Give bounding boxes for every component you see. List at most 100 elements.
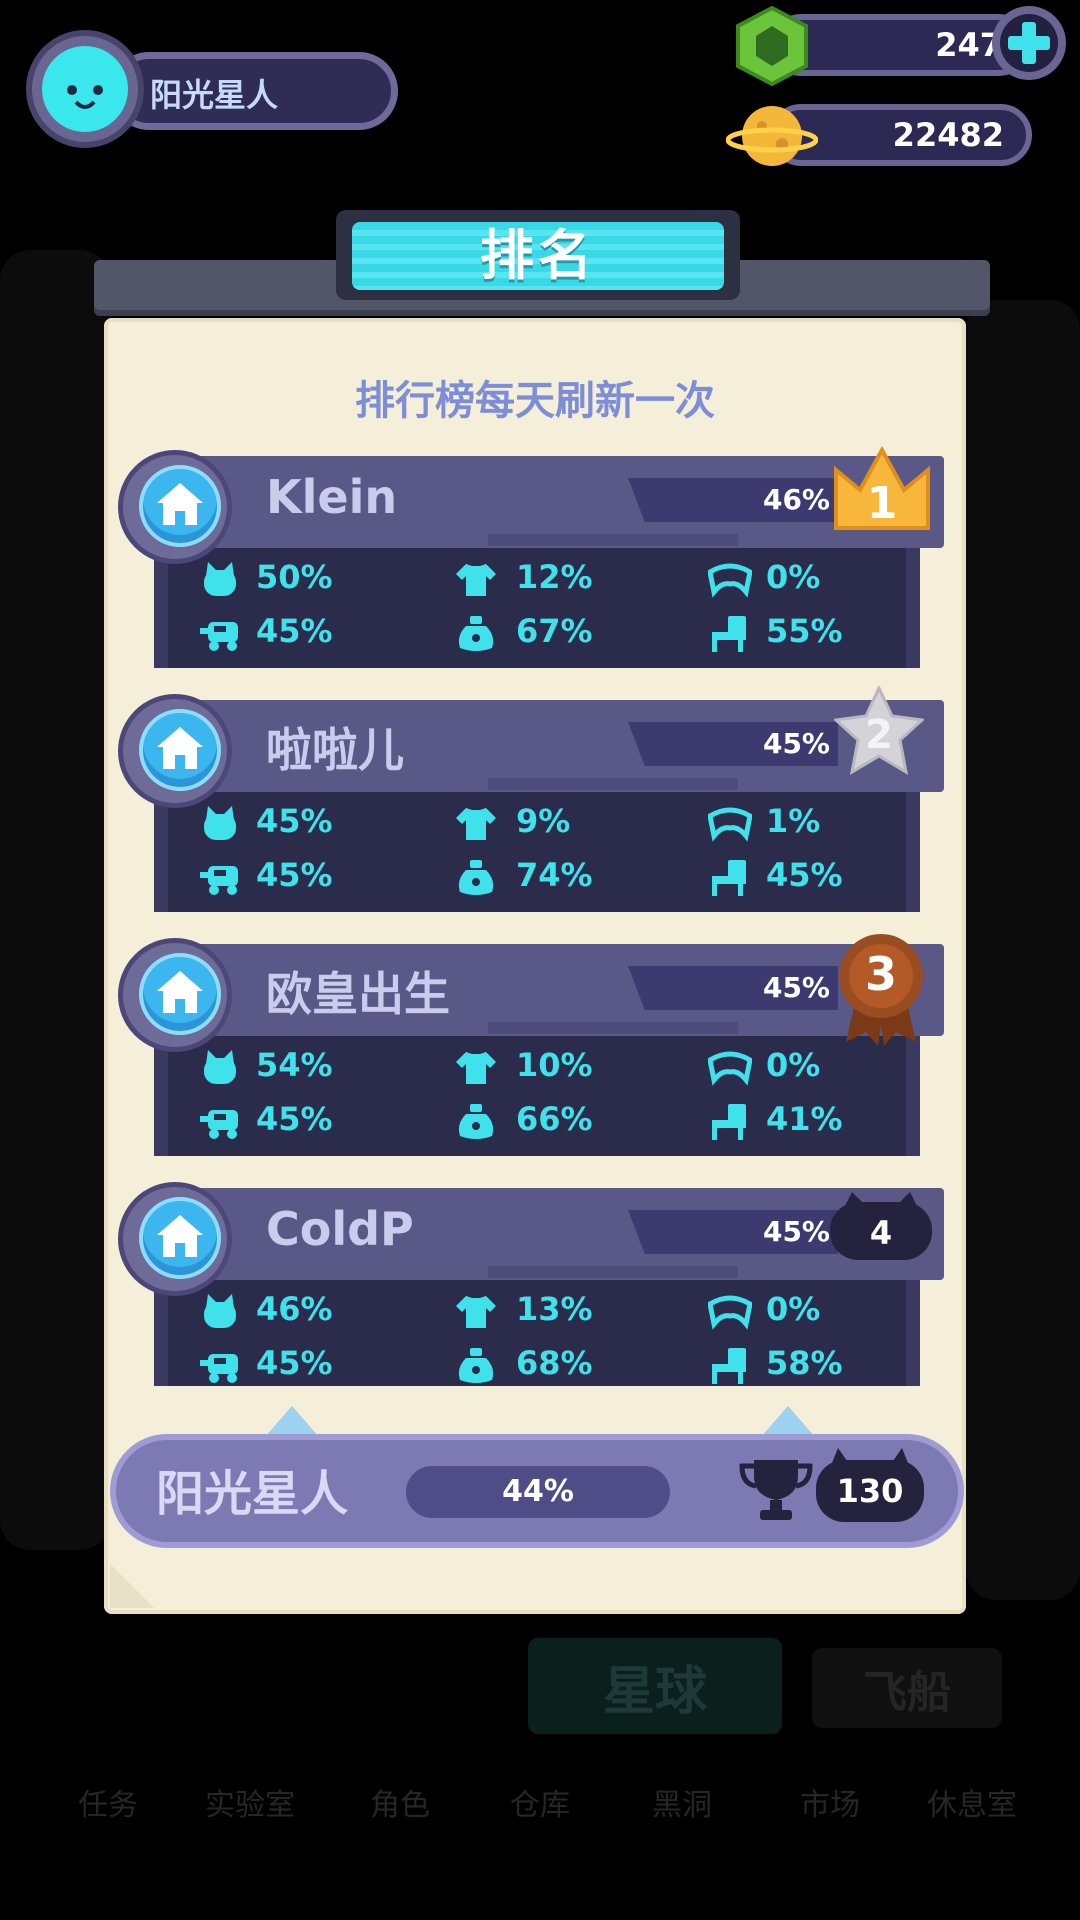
stat-value: 9% — [516, 802, 571, 840]
home-icon-bg — [139, 953, 221, 1035]
home-icon — [157, 971, 203, 1013]
ranking-entry[interactable]: ColdP 45% 4 46% 13% 0% 45% 68% 58% — [118, 1182, 948, 1414]
stat-value: 45% — [256, 612, 333, 650]
stat-value: 45% — [256, 856, 333, 894]
stat-value: 45% — [256, 802, 333, 840]
shirt-icon — [456, 1050, 496, 1086]
home-icon — [157, 1215, 203, 1257]
cat-icon — [200, 1294, 240, 1330]
stat-value: 0% — [766, 558, 821, 596]
progress-percent: 46% — [762, 483, 830, 516]
player-name: Klein — [266, 470, 398, 524]
stat-value: 68% — [516, 1344, 593, 1382]
self-rank: 130 — [816, 1460, 924, 1522]
mask-icon — [707, 806, 753, 842]
shirt-icon — [456, 1294, 496, 1330]
bronze-medal-icon: 3 — [836, 932, 926, 1048]
home-icon — [157, 727, 203, 769]
stat-value: 74% — [516, 856, 593, 894]
nav-black-hole: 黑洞 — [652, 1788, 712, 1823]
stat-value: 0% — [766, 1046, 821, 1084]
nav-warehouse: 仓库 — [510, 1788, 570, 1823]
panel-title: 排名 — [480, 224, 596, 287]
nav-market: 市场 — [800, 1788, 860, 1823]
stat-value: 45% — [766, 856, 843, 894]
tab-planet: 星球 — [528, 1638, 782, 1734]
player-name: 欧皇出生 — [266, 967, 450, 1021]
home-icon-bg — [139, 709, 221, 791]
sack-icon — [456, 1348, 496, 1384]
home-icon-bg — [139, 465, 221, 547]
player-name: 阳光星人 — [150, 76, 279, 114]
stat-value: 10% — [516, 1046, 593, 1084]
gold-crown-icon: 1 — [832, 444, 932, 534]
entry-header-tab — [488, 778, 738, 790]
stat-value: 0% — [766, 1290, 821, 1328]
stat-value: 46% — [256, 1290, 333, 1328]
ranking-entry[interactable]: Klein 46% 1 50% 12% 0% 45% 67% 55% — [118, 445, 948, 686]
panel-subtitle: 排行榜每天刷新一次 — [355, 378, 715, 424]
chair-icon — [708, 1348, 748, 1384]
vehicle-icon — [200, 616, 240, 652]
ranking-entry[interactable]: 欧皇出生 45% 3 54% 10% 0% 45% 66% 41% — [118, 934, 948, 1174]
mask-icon — [707, 1050, 753, 1086]
cat-icon — [200, 562, 240, 598]
home-icon — [157, 483, 203, 525]
cat-rank-badge: 4 — [828, 1192, 934, 1262]
tab-ship: 飞船 — [812, 1648, 1002, 1728]
stat-value: 1% — [766, 802, 821, 840]
cat-icon — [200, 806, 240, 842]
rank-number: 3 — [864, 947, 897, 1001]
chair-icon — [708, 860, 748, 896]
progress-percent: 45% — [762, 971, 830, 1004]
nav-lounge: 休息室 — [927, 1788, 1017, 1823]
self-name: 阳光星人 — [156, 1466, 349, 1522]
mask-icon — [707, 1294, 753, 1330]
stat-value: 50% — [256, 558, 333, 596]
stat-value: 58% — [766, 1344, 843, 1382]
background-right-panel — [966, 300, 1080, 1600]
stat-value: 13% — [516, 1290, 593, 1328]
vehicle-icon — [200, 1104, 240, 1140]
sack-icon — [456, 860, 496, 896]
chair-icon — [708, 1104, 748, 1140]
stat-value: 45% — [256, 1100, 333, 1138]
player-name: ColdP — [266, 1202, 414, 1256]
stat-value: 41% — [766, 1100, 843, 1138]
stat-value: 55% — [766, 612, 843, 650]
home-button[interactable] — [118, 694, 232, 808]
sack-icon — [456, 616, 496, 652]
mask-icon — [707, 562, 753, 598]
vehicle-icon — [200, 860, 240, 896]
chair-icon — [708, 616, 748, 652]
add-gems-button[interactable] — [992, 6, 1066, 80]
home-button[interactable] — [118, 450, 232, 564]
stat-value: 12% — [516, 558, 593, 596]
stat-value: 54% — [256, 1046, 333, 1084]
home-button[interactable] — [118, 1182, 232, 1296]
stat-value: 66% — [516, 1100, 593, 1138]
entry-header-tab — [488, 534, 738, 546]
silver-star-icon: 2 — [834, 686, 924, 776]
home-icon-bg — [139, 1197, 221, 1279]
player-name: 啦啦儿 — [266, 723, 404, 777]
entry-header-tab — [488, 1266, 738, 1278]
avatar[interactable] — [42, 46, 128, 132]
cheese-planet-icon — [726, 106, 818, 166]
rank-number: 1 — [866, 477, 898, 529]
trophy-icon — [739, 1460, 813, 1520]
stat-value: 67% — [516, 612, 593, 650]
cat-face-icon — [56, 56, 114, 109]
nav-character: 角色 — [370, 1788, 430, 1823]
home-button[interactable] — [118, 938, 232, 1052]
vehicle-icon — [200, 1348, 240, 1384]
stat-value: 45% — [256, 1344, 333, 1382]
entry-header-tab — [488, 1022, 738, 1034]
shirt-icon — [456, 806, 496, 842]
background-left-panel — [0, 250, 110, 1550]
green-gem-icon — [736, 5, 808, 87]
ranking-entry[interactable]: 啦啦儿 45% 2 45% 9% 1% 45% 74% 45% — [118, 686, 948, 930]
rank-number: 2 — [865, 712, 893, 758]
sack-icon — [456, 1104, 496, 1140]
nav-tasks: 任务 — [78, 1788, 138, 1823]
